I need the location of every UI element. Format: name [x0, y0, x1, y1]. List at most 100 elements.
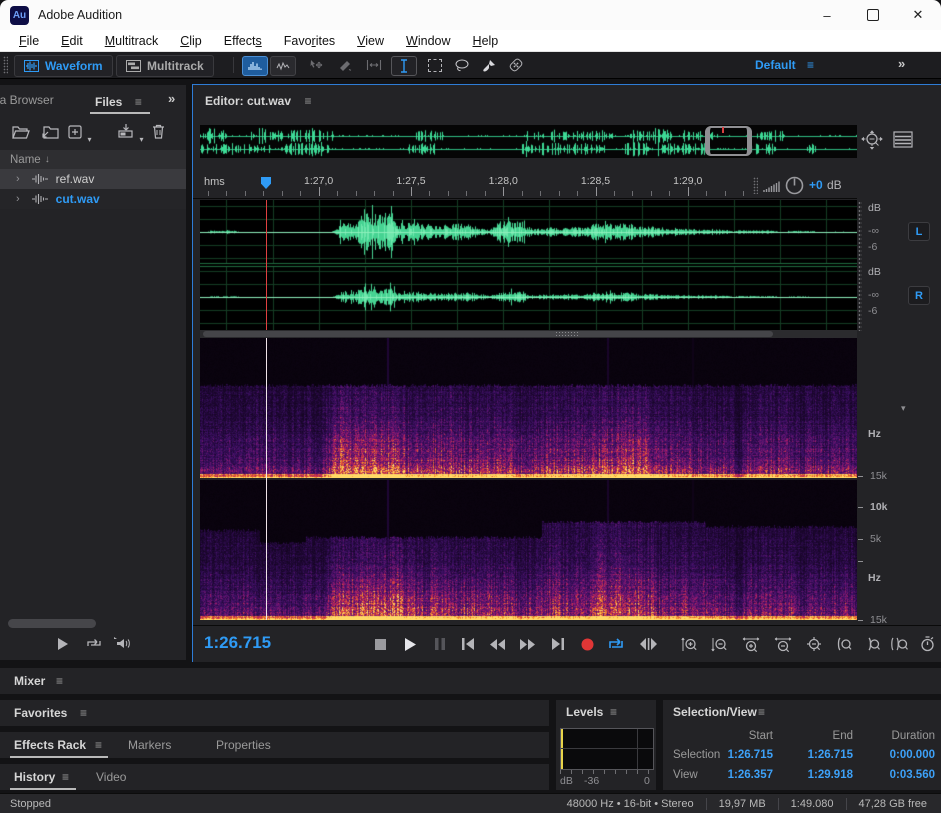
mixer-panel-menu-icon[interactable]: ≡ [56, 674, 63, 688]
insert-into-multitrack-button[interactable]: ▾ [118, 123, 143, 144]
menu-multitrack[interactable]: Multitrack [94, 34, 170, 48]
play-button[interactable] [399, 636, 421, 652]
editor-horizontal-scrollbar[interactable] [203, 331, 773, 337]
new-content-button[interactable]: ▾ [68, 125, 91, 144]
move-tool[interactable] [304, 56, 328, 74]
stop-button[interactable] [369, 636, 391, 652]
files-horizontal-scrollbar[interactable] [8, 619, 96, 628]
file-row-ref[interactable]: › ref.wav [0, 169, 186, 189]
selection-end-value[interactable]: 1:26.715 [788, 749, 853, 761]
expand-chevron-icon[interactable]: › [16, 193, 20, 205]
timeline-ruler[interactable]: hms 1:27,01:27,51:28,01:28,51:29,0 +0 dB [193, 173, 941, 199]
zoom-to-selection-button[interactable] [888, 636, 910, 652]
waveform-view-toggle[interactable] [242, 56, 268, 76]
zoom-out-time-button[interactable] [772, 636, 794, 652]
favorites-panel-menu-icon[interactable]: ≡ [80, 706, 87, 720]
files-name-column-header[interactable]: Name ↓ [0, 150, 186, 169]
skip-selection-button[interactable] [637, 636, 659, 652]
tab-video[interactable]: Video [96, 770, 126, 784]
expand-chevron-icon[interactable]: › [16, 173, 20, 185]
effects-rack-menu-icon[interactable]: ≡ [95, 738, 102, 752]
menu-edit[interactable]: Edit [50, 34, 94, 48]
slip-tool[interactable] [362, 56, 386, 74]
tab-media-browser[interactable]: ia Browser [0, 93, 54, 107]
view-duration-value[interactable]: 0:03.560 [863, 769, 935, 781]
menu-file[interactable]: File [8, 34, 50, 48]
editor-tab[interactable]: Editor: cut.wav ≡ [205, 92, 311, 110]
waveform-spectral-splitter[interactable] [200, 330, 857, 338]
gain-value[interactable]: +0 [809, 178, 823, 192]
zoom-reset-button[interactable] [803, 636, 825, 652]
tab-markers[interactable]: Markers [128, 738, 171, 752]
spot-healing-brush-tool[interactable] [504, 56, 528, 74]
toolbar-overflow-button[interactable]: » [898, 56, 905, 71]
minimize-button[interactable]: – [804, 0, 850, 30]
zoom-out-amplitude-button[interactable] [708, 636, 730, 652]
zoom-to-out-point-button[interactable] [861, 636, 883, 652]
display-layout-button[interactable] [893, 131, 913, 153]
waveform-display[interactable] [200, 200, 857, 330]
paintbrush-tool[interactable] [477, 56, 501, 74]
collapse-arrow-icon[interactable]: ▾ [901, 403, 906, 414]
tab-effects-rack[interactable]: Effects Rack [14, 738, 86, 752]
menu-view[interactable]: View [346, 34, 395, 48]
marquee-selection-tool[interactable] [423, 56, 447, 74]
close-button[interactable]: ✕ [895, 0, 941, 30]
zoom-to-in-point-button[interactable] [833, 636, 855, 652]
levels-tab[interactable]: Levels [566, 705, 603, 719]
selection-duration-value[interactable]: 0:00.000 [863, 749, 935, 761]
go-to-start-button[interactable] [457, 636, 479, 652]
import-file-button[interactable] [40, 125, 59, 144]
mixer-tab[interactable]: Mixer [14, 674, 45, 688]
toolbar-grip[interactable] [3, 56, 8, 74]
selection-view-tab[interactable]: Selection/View [673, 705, 757, 719]
waveform-mode-button[interactable]: Waveform [14, 55, 113, 77]
rewind-button[interactable] [486, 636, 508, 652]
tab-history[interactable]: History [14, 770, 55, 784]
razor-tool[interactable] [333, 56, 357, 74]
workspace-selector[interactable]: Default ≡ [755, 58, 814, 72]
multitrack-mode-button[interactable]: Multitrack [116, 55, 214, 77]
favorites-tab[interactable]: Favorites [14, 706, 67, 720]
playhead-time-display[interactable]: 1:26.715 [204, 633, 271, 653]
levels-menu-icon[interactable]: ≡ [610, 705, 617, 719]
tab-files[interactable]: Files ≡ [95, 93, 142, 111]
channel-right-button[interactable]: R [908, 286, 930, 305]
open-file-button[interactable] [12, 125, 30, 144]
lasso-selection-tool[interactable] [450, 56, 474, 74]
time-selection-tool[interactable] [391, 56, 417, 76]
menu-effects[interactable]: Effects [213, 34, 273, 48]
preview-autoplay-button[interactable] [112, 636, 130, 656]
spectral-display-left[interactable] [200, 338, 857, 478]
spectral-display-right[interactable] [200, 480, 857, 620]
zoom-in-time-button[interactable] [740, 636, 762, 652]
history-menu-icon[interactable]: ≡ [62, 770, 69, 784]
preview-loop-button[interactable] [86, 636, 102, 656]
preview-play-button[interactable] [56, 637, 69, 656]
file-row-cut[interactable]: › cut.wav [0, 189, 186, 209]
overview-strip[interactable] [200, 125, 857, 158]
selection-start-value[interactable]: 1:26.715 [708, 749, 773, 761]
loop-playback-button[interactable] [605, 636, 627, 652]
files-panel-overflow[interactable]: » [168, 91, 175, 106]
go-to-end-button[interactable] [547, 636, 569, 652]
menu-favorites[interactable]: Favorites [273, 34, 346, 48]
delete-file-button[interactable] [152, 124, 165, 144]
channel-left-button[interactable]: L [908, 222, 930, 241]
zoom-in-amplitude-button[interactable] [678, 636, 700, 652]
view-range-handle[interactable] [705, 126, 752, 156]
zoom-full-button[interactable] [861, 130, 883, 155]
menu-clip[interactable]: Clip [169, 34, 213, 48]
tab-properties[interactable]: Properties [216, 738, 271, 752]
record-button[interactable] [576, 636, 598, 652]
pause-button[interactable] [429, 636, 451, 652]
spectral-view-toggle[interactable] [270, 56, 296, 76]
zoom-timer-button[interactable] [916, 636, 938, 652]
playhead-marker[interactable] [261, 177, 271, 189]
selection-view-menu-icon[interactable]: ≡ [758, 705, 765, 719]
fast-forward-button[interactable] [516, 636, 538, 652]
ruler-controls-grip[interactable] [753, 177, 758, 194]
gain-knob[interactable] [785, 176, 804, 200]
view-start-value[interactable]: 1:26.357 [708, 769, 773, 781]
maximize-button[interactable] [850, 0, 896, 30]
